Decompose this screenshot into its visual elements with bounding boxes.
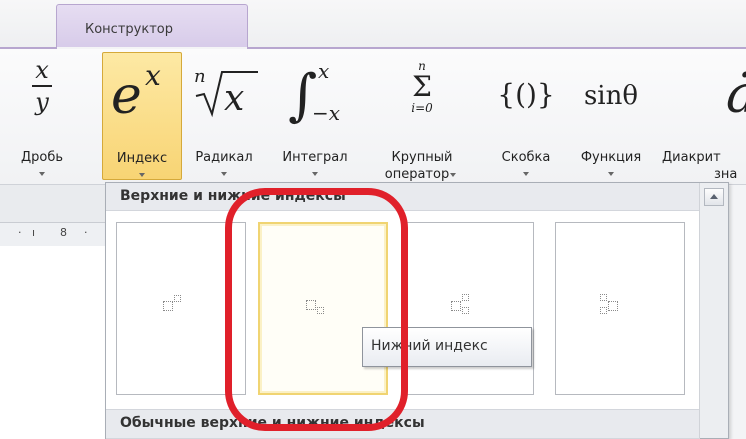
large-operator-button[interactable]: n Σ i=0 Крупный оператор: [372, 52, 472, 182]
integral-icon: ∫ x −x: [270, 54, 360, 128]
bracket-button[interactable]: {()} Скобка: [490, 52, 562, 180]
svg-text:y: y: [34, 88, 49, 116]
accent-label2: зна: [714, 167, 738, 180]
bracket-icon: {()}: [490, 54, 562, 124]
radical-icon: n x: [186, 54, 262, 124]
integral-dropdown-arrow: [312, 172, 318, 176]
section-common-scripts-header: Обычные верхние и нижние индексы: [106, 409, 700, 439]
gallery-scrollbar[interactable]: [699, 183, 728, 438]
svg-text:x: x: [224, 78, 244, 119]
ribbon-tab-strip: Конструктор: [0, 0, 746, 48]
ruler-mark: 8: [60, 226, 67, 239]
index-label: Индекс: [116, 151, 168, 166]
document-page[interactable]: [0, 246, 110, 439]
index-dropdown-arrow: [139, 173, 145, 177]
index-icon: e x: [103, 55, 181, 126]
fraction-icon: x y: [14, 54, 70, 124]
tab-design[interactable]: Конструктор: [56, 4, 248, 48]
svg-text:i=0: i=0: [411, 101, 433, 115]
bracket-dropdown-arrow: [523, 172, 529, 176]
large-operator-label: Крупный: [391, 150, 453, 165]
svg-text:e: e: [111, 66, 142, 126]
section-scripts-header: Верхние и нижние индексы: [106, 183, 700, 211]
svg-text:sinθ: sinθ: [584, 81, 638, 111]
large-operator-dropdown-arrow: [450, 173, 456, 177]
svg-text:x: x: [318, 59, 329, 83]
gallery-item-left-subscript-superscript[interactable]: [555, 222, 685, 395]
tab-design-label: Конструктор: [85, 22, 173, 37]
document-background: [0, 185, 110, 222]
integral-button[interactable]: ∫ x −x Интеграл: [270, 52, 360, 180]
svg-text:n: n: [194, 66, 206, 87]
integral-label: Интеграл: [282, 150, 348, 165]
fraction-dropdown-arrow: [39, 172, 45, 176]
fraction-button[interactable]: x y Дробь: [14, 52, 70, 180]
svg-text:Σ: Σ: [412, 70, 432, 103]
bracket-label: Скобка: [501, 150, 551, 165]
accent-button[interactable]: ȧ Диакрит зна: [660, 52, 746, 180]
index-button[interactable]: e x Индекс: [102, 52, 182, 180]
scroll-up-arrow-icon[interactable]: [704, 188, 724, 206]
svg-text:ȧ: ȧ: [726, 65, 746, 125]
accent-label: Диакрит: [662, 150, 721, 165]
sine-icon: sinθ: [566, 54, 656, 124]
summation-icon: n Σ i=0: [372, 54, 472, 124]
ribbon: x y Дробь e x Индекс n x Радикал ∫ x −x …: [0, 49, 746, 185]
svg-text:{()}: {()}: [497, 78, 554, 111]
radical-button[interactable]: n x Радикал: [186, 52, 262, 180]
fraction-label: Дробь: [20, 150, 64, 165]
gallery-item-subscript-superscript[interactable]: [404, 222, 534, 395]
svg-text:x: x: [35, 56, 49, 84]
horizontal-ruler: · ı 8 ·: [0, 222, 120, 248]
annotation-ring: [225, 188, 408, 431]
function-dropdown-arrow: [608, 172, 614, 176]
large-operator-label2: оператор: [384, 167, 450, 182]
radical-label: Радикал: [195, 150, 253, 165]
function-label: Функция: [580, 150, 642, 165]
accent-icon: ȧ: [660, 54, 746, 125]
index-gallery-dropdown: Верхние и нижние индексы Обычные верхние…: [105, 182, 729, 439]
svg-text:−x: −x: [312, 101, 340, 125]
svg-text:x: x: [145, 59, 161, 92]
radical-dropdown-arrow: [221, 172, 227, 176]
function-button[interactable]: sinθ Функция: [566, 52, 656, 180]
